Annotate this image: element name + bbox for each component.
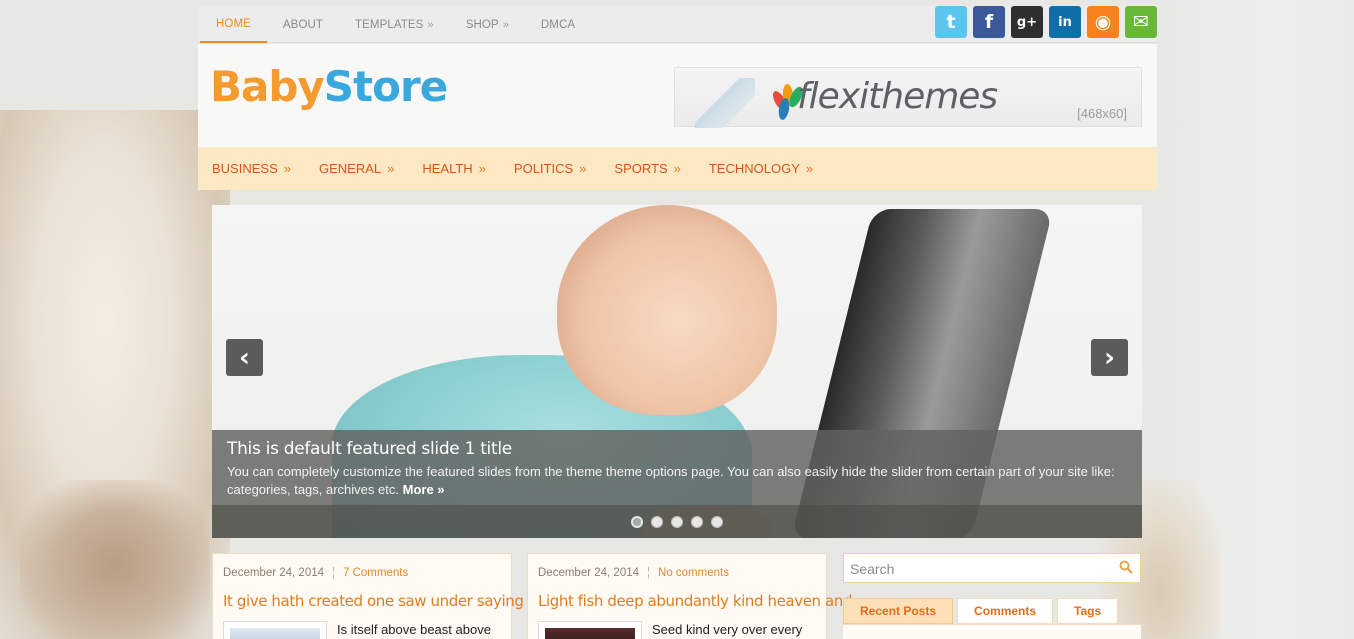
banner-size-label: [468x60] xyxy=(1077,106,1127,121)
post-meta: December 24, 2014 ¦ No comments xyxy=(538,567,729,579)
banner-brand-text: flexithemes xyxy=(797,76,998,117)
slider-dot[interactable] xyxy=(711,515,723,528)
topnav-item-label: ABOUT xyxy=(282,18,324,31)
top-bar: HOME ABOUT TEMPLATES» SHOP» DMCA t f g+ in ◉ ✉ xyxy=(198,6,1157,43)
category-item-label: GENERAL xyxy=(318,161,382,176)
tab-tags[interactable]: Tags xyxy=(1057,598,1119,624)
top-navigation: HOME ABOUT TEMPLATES» SHOP» DMCA xyxy=(200,6,591,43)
post-comments-link[interactable]: No comments xyxy=(658,567,729,579)
facebook-icon[interactable]: f xyxy=(973,6,1005,38)
logo-text-baby: Baby xyxy=(210,62,325,111)
slider-pagination xyxy=(212,505,1142,538)
category-item-label: POLITICS xyxy=(513,161,574,176)
tab-content-area xyxy=(843,624,1141,639)
submenu-arrow-icon: » xyxy=(579,161,587,176)
meta-separator: ¦ xyxy=(332,567,336,579)
page-wrapper: HOME ABOUT TEMPLATES» SHOP» DMCA t f g+ in ◉ ✉ Ba… xyxy=(198,0,1157,639)
post-thumbnail[interactable] xyxy=(538,621,642,639)
banner-mountain-graphic xyxy=(695,78,755,128)
slide-description-text: You can completely customize the feature… xyxy=(227,464,1115,497)
submenu-arrow-icon: » xyxy=(805,161,814,176)
linkedin-icon[interactable]: in xyxy=(1049,6,1081,38)
rss-icon[interactable]: ◉ xyxy=(1087,6,1119,38)
post-date: December 24, 2014 xyxy=(538,567,640,579)
email-icon[interactable]: ✉ xyxy=(1125,6,1157,38)
slide-more-link[interactable]: More » xyxy=(403,482,445,497)
search-box[interactable]: Search xyxy=(843,553,1141,583)
slider-dot[interactable] xyxy=(691,515,703,528)
slider-dot[interactable] xyxy=(631,515,643,528)
header-ad-banner[interactable]: flexithemes [468x60] xyxy=(674,67,1142,128)
category-item-politics[interactable]: POLITICS » xyxy=(514,147,586,190)
slide-title[interactable]: This is default featured slide 1 title xyxy=(227,439,512,459)
topnav-item-shop[interactable]: SHOP» xyxy=(450,6,525,43)
post-date: December 24, 2014 xyxy=(223,567,325,579)
submenu-arrow-icon: » xyxy=(283,161,291,176)
category-item-health[interactable]: HEALTH » xyxy=(422,147,486,190)
category-item-label: SPORTS xyxy=(614,161,668,176)
category-item-general[interactable]: GENERAL » xyxy=(319,147,394,190)
category-item-sports[interactable]: SPORTS » xyxy=(614,147,680,190)
topnav-item-label: DMCA xyxy=(540,18,576,31)
topnav-item-home[interactable]: HOME xyxy=(200,6,267,43)
twitter-icon[interactable]: t xyxy=(935,6,967,38)
category-item-business[interactable]: BUSINESS » xyxy=(212,147,291,190)
slider-next-button[interactable]: › xyxy=(1091,339,1128,376)
post-card: December 24, 2014 ¦ 7 Comments It give h… xyxy=(212,553,556,639)
submenu-arrow-icon: » xyxy=(673,161,681,176)
slide-caption: This is default featured slide 1 title Y… xyxy=(212,430,1142,538)
topnav-item-label: SHOP xyxy=(465,18,499,31)
post-title[interactable]: It give hath created one saw under sayin… xyxy=(223,592,556,610)
tab-comments[interactable]: Comments xyxy=(957,598,1054,624)
post-excerpt: Seed kind very over every xyxy=(652,622,803,637)
topnav-item-label: TEMPLATES xyxy=(355,18,424,31)
meta-separator: ¦ xyxy=(647,567,651,579)
post-excerpt: Is itself above beast above xyxy=(337,622,491,637)
slider-prev-button[interactable]: ‹ xyxy=(226,339,263,376)
background-teddy-paw xyxy=(20,480,210,639)
sidebar-tabs: Recent Posts Comments Tags xyxy=(843,598,1119,624)
post-meta: December 24, 2014 ¦ 7 Comments xyxy=(223,567,408,579)
category-item-label: HEALTH xyxy=(422,161,473,176)
post-card: December 24, 2014 ¦ No comments Light fi… xyxy=(527,553,852,639)
category-item-label: TECHNOLOGY xyxy=(708,161,800,176)
featured-slider: ‹ › This is default featured slide 1 tit… xyxy=(212,205,1142,538)
submenu-arrow-icon: » xyxy=(502,18,509,31)
post-title[interactable]: Light fish deep abundantly kind heaven a… xyxy=(538,592,852,610)
slider-dot[interactable] xyxy=(651,515,663,528)
category-item-technology[interactable]: TECHNOLOGY » xyxy=(709,147,813,190)
slider-dot[interactable] xyxy=(671,515,683,528)
category-navigation: BUSINESS » GENERAL » HEALTH » POLITICS » SPORTS »… xyxy=(198,147,1157,190)
slide-description: You can completely customize the feature… xyxy=(227,463,1117,499)
topnav-item-label: HOME xyxy=(216,17,251,30)
google-plus-icon[interactable]: g+ xyxy=(1011,6,1043,38)
submenu-arrow-icon: » xyxy=(387,161,395,176)
site-logo[interactable]: BabyStore xyxy=(210,62,448,111)
tab-recent-posts[interactable]: Recent Posts xyxy=(843,598,954,624)
search-input[interactable]: Search xyxy=(850,561,894,577)
slide-image-baby-head xyxy=(557,205,777,415)
topnav-item-templates[interactable]: TEMPLATES» xyxy=(339,6,450,43)
topnav-item-dmca[interactable]: DMCA xyxy=(525,6,591,43)
search-icon[interactable] xyxy=(1119,560,1133,574)
post-thumbnail[interactable] xyxy=(223,621,327,639)
site-header: BabyStore flexithemes [468x60] xyxy=(198,44,1157,147)
submenu-arrow-icon: » xyxy=(427,18,434,31)
topnav-item-about[interactable]: ABOUT xyxy=(267,6,339,43)
logo-text-store: Store xyxy=(323,62,448,111)
submenu-arrow-icon: » xyxy=(478,161,486,176)
social-icons: t f g+ in ◉ ✉ xyxy=(935,6,1157,38)
post-comments-link[interactable]: 7 Comments xyxy=(343,567,408,579)
category-item-label: BUSINESS xyxy=(212,161,278,176)
